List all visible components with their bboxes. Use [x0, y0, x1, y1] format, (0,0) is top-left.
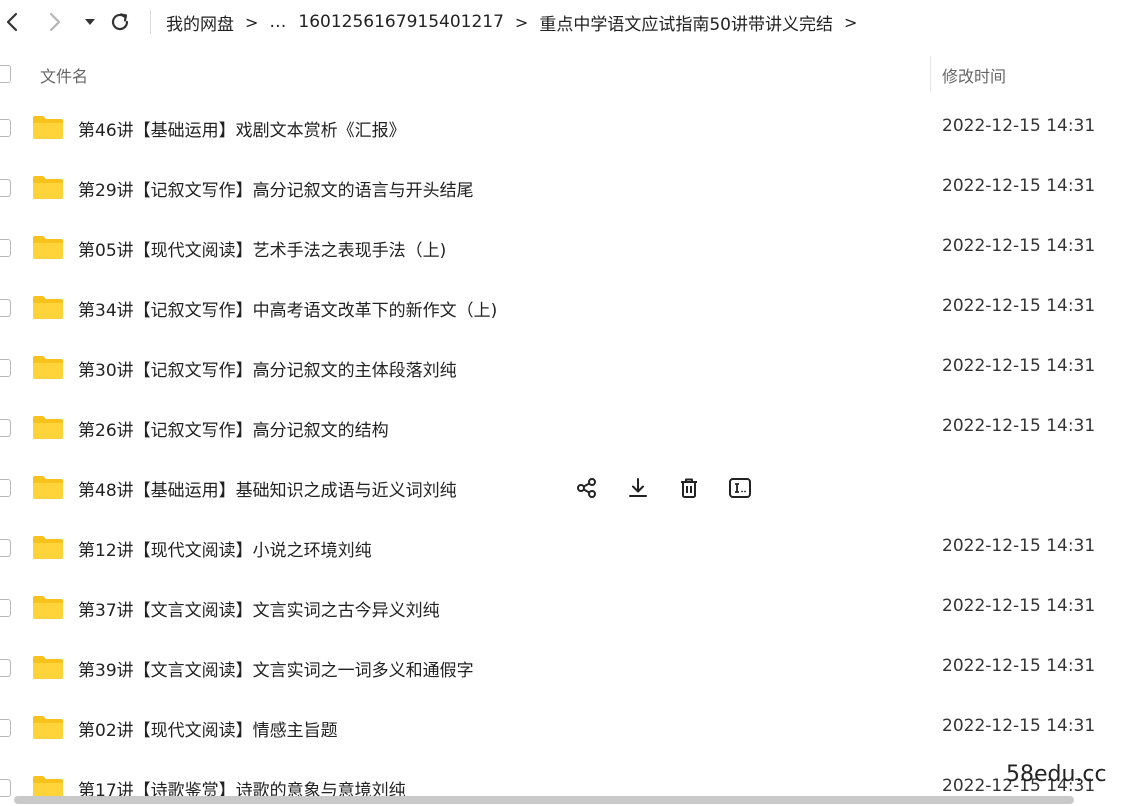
folder-icon — [33, 356, 63, 379]
file-name[interactable]: 第39讲【文言文阅读】文言实词之一词多义和通假字 — [78, 656, 474, 681]
file-name[interactable]: 第12讲【现代文阅读】小说之环境刘纯 — [78, 536, 372, 561]
file-name[interactable]: 第05讲【现代文阅读】艺术手法之表现手法（上) — [78, 236, 446, 261]
folder-icon — [33, 236, 63, 259]
file-name[interactable]: 第26讲【记叙文写作】高分记叙文的结构 — [78, 416, 389, 441]
modified-time: 2022-12-15 14:31 — [942, 176, 1096, 196]
list-item[interactable]: 第34讲【记叙文写作】中高考语文改革下的新作文（上) 2022-12-15 14… — [0, 278, 1132, 338]
file-name[interactable]: 第17讲【诗歌鉴赏】诗歌的意象与意境刘纯 — [78, 776, 406, 798]
file-name[interactable]: 第02讲【现代文阅读】情感主旨题 — [78, 716, 338, 741]
row-checkbox[interactable] — [0, 299, 11, 317]
row-checkbox[interactable] — [0, 359, 11, 377]
delete-icon[interactable] — [676, 475, 701, 500]
folder-icon — [33, 416, 63, 439]
list-item[interactable]: 第39讲【文言文阅读】文言实词之一词多义和通假字 2022-12-15 14:3… — [0, 638, 1132, 698]
list-item[interactable]: 第37讲【文言文阅读】文言实词之古今异义刘纯 2022-12-15 14:31 — [0, 578, 1132, 638]
row-checkbox[interactable] — [0, 599, 11, 617]
modified-time: 2022-12-15 14:31 — [942, 116, 1096, 136]
folder-icon — [33, 476, 63, 499]
modified-time: 2022-12-15 14:31 — [942, 356, 1096, 376]
modified-time: 2022-12-15 14:31 — [942, 656, 1096, 676]
breadcrumb-folder-id[interactable]: 1601256167915401217 — [298, 12, 504, 32]
breadcrumb-separator: > — [514, 12, 529, 32]
list-item[interactable]: 第29讲【记叙文写作】高分记叙文的语言与开头结尾 2022-12-15 14:3… — [0, 158, 1132, 218]
file-list-header: 文件名 修改时间 — [0, 52, 1132, 96]
breadcrumb-separator: > — [843, 12, 858, 32]
column-header-name[interactable]: 文件名 — [40, 63, 88, 87]
list-item[interactable]: 第05讲【现代文阅读】艺术手法之表现手法（上) 2022-12-15 14:31 — [0, 218, 1132, 278]
file-name[interactable]: 第48讲【基础运用】基础知识之成语与近义词刘纯 — [78, 476, 457, 501]
breadcrumb-current-folder[interactable]: 重点中学语文应试指南50讲带讲义完结 — [539, 10, 833, 35]
row-checkbox[interactable] — [0, 779, 11, 797]
breadcrumb: 我的网盘 > … 1601256167915401217 > 重点中学语文应试指… — [166, 0, 868, 44]
modified-time: 2022-12-15 14:31 — [942, 536, 1096, 556]
breadcrumb-separator: > — [245, 12, 259, 32]
row-checkbox[interactable] — [0, 119, 11, 137]
folder-icon — [33, 776, 63, 798]
row-checkbox[interactable] — [0, 179, 11, 197]
chevron-right-icon[interactable] — [43, 10, 67, 34]
breadcrumb-ellipsis[interactable]: … — [269, 12, 286, 32]
folder-icon — [33, 296, 63, 319]
modified-time: 2022-12-15 14:31 — [942, 416, 1096, 436]
nav-divider — [150, 10, 151, 34]
file-name[interactable]: 第34讲【记叙文写作】中高考语文改革下的新作文（上) — [78, 296, 497, 321]
column-divider[interactable] — [930, 56, 931, 92]
row-checkbox[interactable] — [0, 659, 11, 677]
list-item[interactable]: 第12讲【现代文阅读】小说之环境刘纯 2022-12-15 14:31 — [0, 518, 1132, 578]
watermark: 58edu.cc — [1006, 762, 1107, 787]
row-checkbox[interactable] — [0, 719, 11, 737]
download-icon[interactable] — [625, 475, 650, 500]
list-item[interactable]: 第30讲【记叙文写作】高分记叙文的主体段落刘纯 2022-12-15 14:31 — [0, 338, 1132, 398]
row-actions — [574, 475, 752, 500]
row-checkbox[interactable] — [0, 479, 11, 497]
caret-down-icon[interactable] — [78, 10, 102, 34]
list-item[interactable]: 第26讲【记叙文写作】高分记叙文的结构 2022-12-15 14:31 — [0, 398, 1132, 458]
file-name[interactable]: 第46讲【基础运用】戏剧文本赏析《汇报》 — [78, 116, 406, 141]
folder-icon — [33, 596, 63, 619]
folder-icon — [33, 116, 63, 139]
modified-time: 2022-12-15 14:31 — [942, 716, 1096, 736]
row-checkbox[interactable] — [0, 539, 11, 557]
row-checkbox[interactable] — [0, 419, 11, 437]
horizontal-scrollbar[interactable] — [14, 796, 1074, 804]
breadcrumb-root[interactable]: 我的网盘 — [166, 10, 234, 35]
select-all-checkbox[interactable] — [0, 65, 11, 83]
modified-time: 2022-12-15 14:31 — [942, 296, 1096, 316]
list-item[interactable]: 第46讲【基础运用】戏剧文本赏析《汇报》 2022-12-15 14:31 — [0, 98, 1132, 158]
chevron-left-icon[interactable] — [0, 10, 24, 34]
rename-icon[interactable] — [727, 475, 752, 500]
row-checkbox[interactable] — [0, 239, 11, 257]
navigation-bar: 我的网盘 > … 1601256167915401217 > 重点中学语文应试指… — [0, 0, 1132, 44]
folder-icon — [33, 536, 63, 559]
list-item[interactable]: 第02讲【现代文阅读】情感主旨题 2022-12-15 14:31 — [0, 698, 1132, 758]
list-item[interactable]: 第48讲【基础运用】基础知识之成语与近义词刘纯 — [0, 458, 1132, 518]
file-name[interactable]: 第37讲【文言文阅读】文言实词之古今异义刘纯 — [78, 596, 440, 621]
list-item[interactable]: 第17讲【诗歌鉴赏】诗歌的意象与意境刘纯 2022-12-15 14:31 — [0, 758, 1132, 798]
share-icon[interactable] — [574, 475, 599, 500]
folder-icon — [33, 716, 63, 739]
file-name[interactable]: 第29讲【记叙文写作】高分记叙文的语言与开头结尾 — [78, 176, 474, 201]
refresh-icon[interactable] — [108, 10, 132, 34]
modified-time: 2022-12-15 14:31 — [942, 596, 1096, 616]
modified-time: 2022-12-15 14:31 — [942, 236, 1096, 256]
file-name[interactable]: 第30讲【记叙文写作】高分记叙文的主体段落刘纯 — [78, 356, 457, 381]
folder-icon — [33, 176, 63, 199]
file-list: 第46讲【基础运用】戏剧文本赏析《汇报》 2022-12-15 14:31 第2… — [0, 98, 1132, 798]
column-header-modified-time[interactable]: 修改时间 — [942, 63, 1006, 87]
folder-icon — [33, 656, 63, 679]
